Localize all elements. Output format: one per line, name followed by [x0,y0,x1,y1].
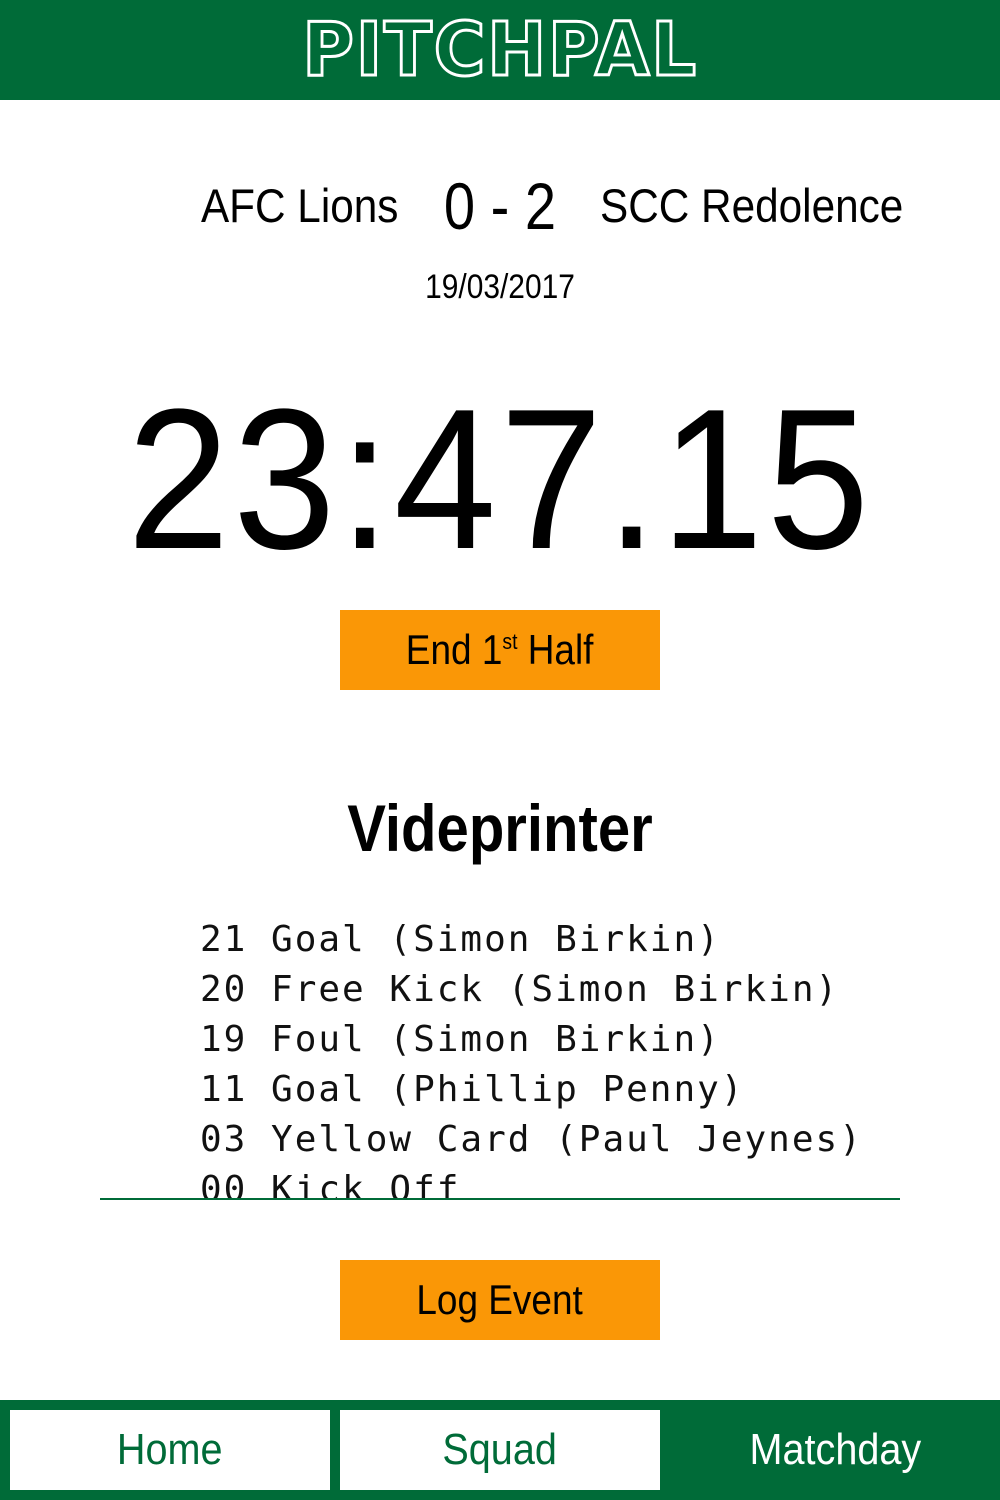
nav-matchday-button[interactable]: Matchday [670,1410,1000,1490]
away-team-name: SCC Redolence [600,179,904,232]
end-half-suffix: Half [517,626,594,673]
match-date: 19/03/2017 [425,268,575,306]
match-timer: 23:47.15 [127,368,873,591]
videprinter-title: Videprinter [347,791,653,865]
end-half-ordinal: st [502,629,518,654]
end-half-label: End 1st Half [406,626,594,674]
event-item: 03 Yellow Card (Paul Jeynes) [200,1119,863,1160]
nav-squad-label: Squad [442,1425,558,1474]
nav-matchday-label: Matchday [749,1425,921,1474]
event-item: 00 Kick Off [200,1169,461,1200]
app-header: PITCHPAL [0,0,1000,100]
end-half-prefix: End 1 [406,626,503,673]
event-item: 20 Free Kick (Simon Birkin) [200,969,840,1010]
event-item: 11 Goal (Phillip Penny) [200,1069,745,1110]
event-item: 19 Foul (Simon Birkin) [200,1019,721,1060]
event-item: 21 Goal (Simon Birkin) [200,919,721,960]
scoreline: AFC Lions 0 - 2 SCC Redolence [0,168,1000,248]
nav-home-button[interactable]: Home [10,1410,330,1490]
match-score: 0 - 2 [443,169,557,243]
event-list[interactable]: 21 Goal (Simon Birkin) 20 Free Kick (Simo… [100,915,900,1200]
home-team-name: AFC Lions [200,179,398,232]
nav-squad-button[interactable]: Squad [340,1410,660,1490]
end-half-button[interactable]: End 1st Half [340,610,660,690]
pitchpal-logo: PITCHPAL [301,6,698,95]
bottom-nav: Home Squad Matchday [0,1400,1000,1500]
nav-home-label: Home [117,1425,223,1474]
log-event-button[interactable]: Log Event [340,1260,660,1340]
log-event-label: Log Event [416,1276,584,1323]
